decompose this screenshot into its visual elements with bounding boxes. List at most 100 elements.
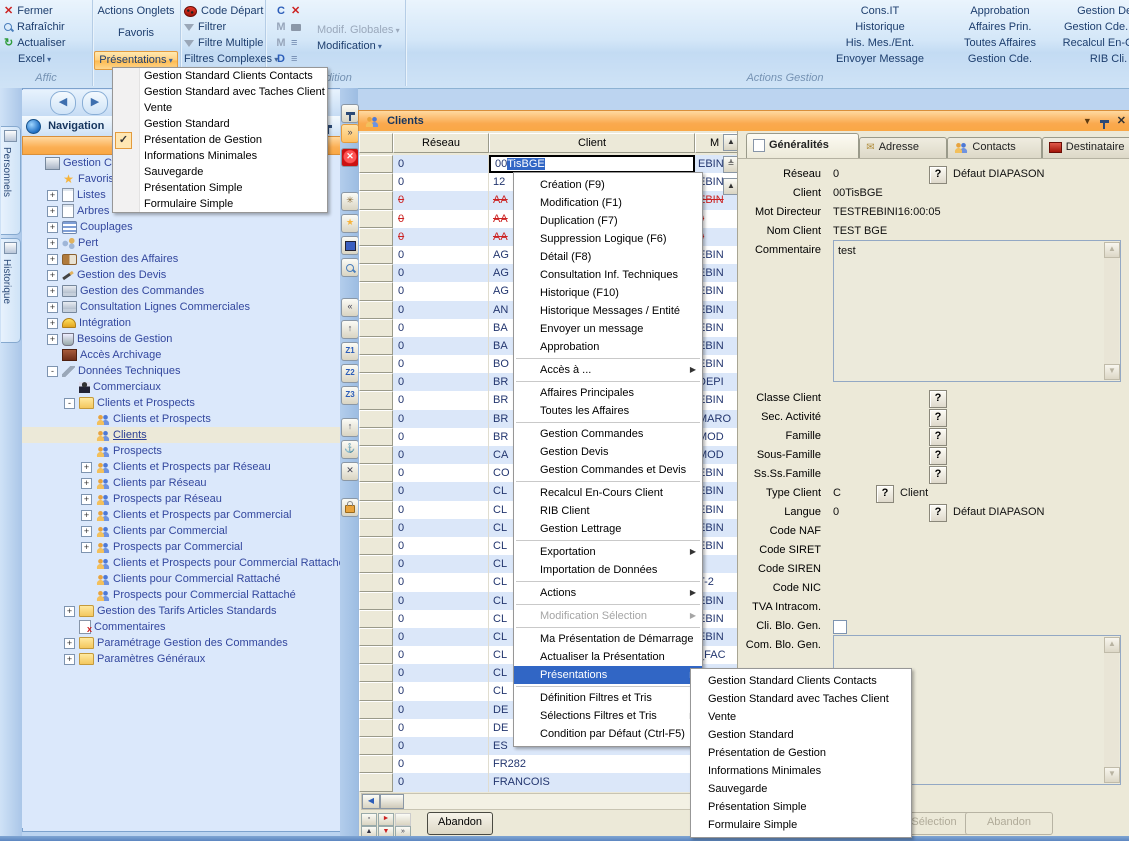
ribbon-button[interactable]: Excel ▾ (0, 51, 92, 67)
row-selector[interactable] (359, 319, 393, 337)
context-menu-item[interactable]: Actualiser la Présentation (514, 648, 702, 666)
context-menu-item[interactable]: Gestion Devis (514, 443, 702, 461)
expand-icon[interactable]: + (81, 526, 92, 537)
tree-item[interactable]: +Gestion des Commandes (22, 283, 340, 299)
row-selector[interactable] (359, 573, 393, 591)
menu-item[interactable]: Présentation Simple (113, 180, 327, 196)
context-menu-item[interactable]: Ma Présentation de Démarrage (514, 630, 702, 648)
tree-item[interactable]: +Clients par Commercial (22, 523, 340, 539)
row-selector[interactable] (359, 628, 393, 646)
scroll-down-icon[interactable]: ▼ (1104, 767, 1120, 783)
lock-icon[interactable] (341, 498, 359, 517)
row-selector[interactable] (359, 428, 393, 446)
help-button[interactable]: ? (929, 390, 947, 408)
submenu-item[interactable]: Sauvegarde (691, 780, 911, 798)
close-gray-icon[interactable]: ✕ (341, 462, 359, 481)
up-arrow-icon[interactable]: ↑ (341, 418, 359, 437)
row-selector[interactable] (359, 410, 393, 428)
menu-item[interactable]: Sauvegarde (113, 164, 327, 180)
edition-icon-row[interactable]: M≡ (271, 35, 305, 51)
abandon-button-panel[interactable]: Abandon (965, 812, 1053, 835)
tree-item[interactable]: -Données Techniques (22, 363, 340, 379)
ribbon-button-favoris[interactable]: Favoris (92, 25, 180, 41)
context-menu-item[interactable]: Affaires Principales (514, 384, 702, 402)
context-menu-item[interactable]: Duplication (F7) (514, 212, 702, 230)
row-selector[interactable] (359, 264, 393, 282)
ribbon-button-modif-globales[interactable]: Modif. Globales ▾ (313, 22, 404, 38)
tree-item[interactable]: +Prospects par Commercial (22, 539, 340, 555)
scrollbar-thumb[interactable] (380, 794, 404, 809)
row-selector[interactable] (359, 155, 393, 173)
tree-item[interactable]: +Clients et Prospects par Réseau (22, 459, 340, 475)
expand-icon[interactable]: + (47, 254, 58, 265)
tree-item[interactable]: Clients (22, 427, 340, 443)
scroll-up-icon[interactable]: ▲ (1104, 637, 1120, 653)
forward-button[interactable]: ▶ (82, 91, 108, 115)
collapse-icon[interactable]: - (64, 398, 75, 409)
help-button[interactable]: ? (876, 485, 894, 503)
expand-icon[interactable]: + (81, 510, 92, 521)
expand-icon[interactable]: + (64, 606, 75, 617)
ribbon-button[interactable]: Cons.IT (810, 3, 950, 19)
pin-icon[interactable] (1100, 120, 1109, 123)
tree-item[interactable]: -Clients et Prospects (22, 395, 340, 411)
back-button[interactable]: ◀ (50, 91, 76, 115)
record-mark-button[interactable] (395, 813, 411, 826)
wheel-icon[interactable]: ✳ (341, 192, 359, 211)
tree-item[interactable]: +Paramétrage Gestion des Commandes (22, 635, 340, 651)
tree-item[interactable]: +Couplages (22, 219, 340, 235)
record-first-button[interactable]: ▫ (361, 813, 377, 826)
help-button[interactable]: ? (929, 409, 947, 427)
tree-item[interactable]: +Clients et Prospects par Commercial (22, 507, 340, 523)
row-selector[interactable] (359, 246, 393, 264)
ribbon-button-actions-onglets[interactable]: Actions Onglets (92, 3, 180, 19)
row-selector[interactable] (359, 701, 393, 719)
tree-item[interactable]: +Gestion des Affaires (22, 251, 340, 267)
row-selector[interactable] (359, 355, 393, 373)
ribbon-button[interactable]: Toutes Affaires (950, 35, 1050, 51)
expand-icon[interactable]: + (81, 494, 92, 505)
scroll-left-icon[interactable]: ◀ (362, 794, 380, 809)
textarea-scrollbar[interactable]: ▲▼ (1104, 637, 1119, 783)
tree-item[interactable]: Accès Archivage (22, 347, 340, 363)
tree-item[interactable]: +Prospects par Réseau (22, 491, 340, 507)
scroll-down-icon[interactable]: ▼ (1104, 364, 1120, 380)
close-circle-icon[interactable]: ✕ (341, 148, 359, 167)
expand-icon[interactable]: + (47, 318, 58, 329)
help-button[interactable]: ? (929, 504, 947, 522)
close-icon[interactable]: ✕ (1117, 111, 1126, 131)
row-selector[interactable] (359, 537, 393, 555)
context-menu-item[interactable]: Historique (F10) (514, 284, 702, 302)
menu-item[interactable]: Gestion Standard avec Taches Client (113, 84, 327, 100)
tree-item[interactable]: +Paramètres Généraux (22, 651, 340, 667)
row-selector[interactable] (359, 719, 393, 737)
ribbon-button[interactable]: Filtres Complexes ▾ (180, 51, 265, 67)
help-button[interactable]: ? (929, 428, 947, 446)
expand-icon[interactable]: + (81, 478, 92, 489)
context-menu-item[interactable]: Gestion Lettrage (514, 520, 702, 538)
dock-tab-2[interactable]: Historique (1, 238, 21, 343)
grid-corner-header[interactable] (359, 133, 393, 153)
row-selector[interactable] (359, 773, 393, 791)
context-menu-item[interactable]: Toutes les Affaires (514, 402, 702, 420)
context-menu-item[interactable]: Création (F9) (514, 176, 702, 194)
edition-icon-row[interactable]: M (271, 19, 305, 35)
expand-icon[interactable]: + (47, 334, 58, 345)
row-selector[interactable] (359, 210, 393, 228)
tree-item[interactable]: Clients et Prospects (22, 411, 340, 427)
row-selector[interactable] (359, 301, 393, 319)
ribbon-button[interactable]: Gestion Dev. (1050, 3, 1129, 19)
context-menu-item[interactable]: Suppression Logique (F6) (514, 230, 702, 248)
row-selector[interactable] (359, 519, 393, 537)
ribbon-button[interactable]: Code Départ (180, 3, 265, 19)
menu-item[interactable]: Gestion Standard Clients Contacts (113, 68, 327, 84)
window-menu-icon[interactable]: ▼ (1083, 111, 1092, 131)
checkbox[interactable] (833, 620, 847, 634)
submenu-item[interactable]: Vente (691, 708, 911, 726)
up-arrow-icon[interactable]: ↑ (341, 320, 359, 339)
context-menu-item[interactable]: Importation de Données (514, 561, 702, 579)
ribbon-button[interactable]: Filtre Multiple (180, 35, 265, 51)
ribbon-button[interactable]: ✕Fermer (0, 3, 92, 19)
chevrons-right-icon[interactable]: » (341, 124, 359, 143)
ribbon-button[interactable]: Approbation (950, 3, 1050, 19)
